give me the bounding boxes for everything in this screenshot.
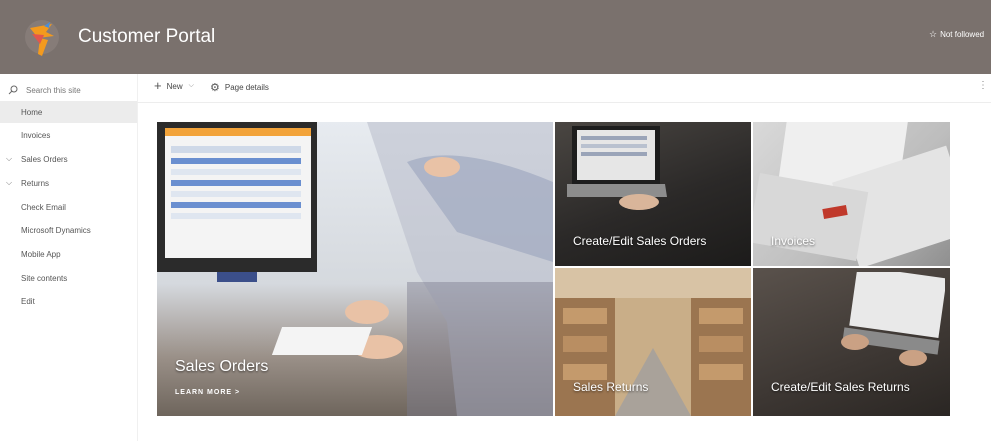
learn-more-link[interactable]: LEARN MORE > — [175, 389, 240, 396]
nav-item-label: Mobile App — [21, 249, 61, 259]
nav-item-invoices[interactable]: Invoices — [0, 124, 137, 146]
follow-button[interactable]: ☆ Not followed — [929, 29, 984, 40]
site-title[interactable]: Customer Portal — [78, 26, 215, 48]
follow-label: Not followed — [940, 30, 985, 39]
chevron-down-icon[interactable]: ⌵ — [6, 154, 12, 164]
new-button[interactable]: + New ⌵ — [154, 78, 194, 93]
hero-tile-invoices[interactable]: Invoices — [753, 122, 950, 266]
chevron-down-icon[interactable]: ⌵ — [6, 178, 12, 188]
nav-item-check-email[interactable]: Check Email — [0, 196, 137, 218]
plus-icon: + — [154, 78, 162, 93]
nav-item-returns[interactable]: ⌵ Returns — [0, 172, 137, 194]
star-icon: ☆ — [929, 29, 938, 39]
customer-portal-logo[interactable] — [22, 14, 62, 60]
nav-item-label: Site contents — [21, 273, 68, 283]
gear-icon: ⚙ — [210, 82, 220, 94]
ellipsis-icon[interactable]: ⋮ — [978, 80, 988, 91]
hero-tile-create-edit-sales-returns[interactable]: Create/Edit Sales Returns — [753, 268, 950, 416]
hero-tile-title: Create/Edit Sales Orders — [573, 234, 707, 248]
hero-tile-sales-orders[interactable]: Sales Orders LEARN MORE > — [157, 122, 553, 416]
page-details-button[interactable]: ⚙ Page details — [210, 81, 269, 94]
hero-tile-title: Sales Orders — [175, 358, 269, 375]
hero-tile-title: Sales Returns — [573, 380, 649, 394]
site-header: Customer Portal ☆ Not followed — [0, 0, 991, 74]
person-image — [307, 122, 553, 416]
laptop-image — [833, 268, 947, 382]
nav-item-mobile-app[interactable]: Mobile App — [0, 243, 137, 265]
laptop-image — [567, 122, 667, 222]
command-bar: + New ⌵ ⚙ Page details ⋮ — [137, 74, 991, 103]
nav-item-edit[interactable]: Edit — [0, 290, 137, 312]
search-box[interactable]: Search this site — [8, 80, 133, 100]
nav-item-microsoft-dynamics[interactable]: Microsoft Dynamics — [0, 219, 137, 241]
nav-item-label: Invoices — [21, 130, 51, 140]
left-navigation: Search this site Home Invoices ⌵ Sales Or… — [0, 74, 138, 441]
search-input[interactable]: Search this site — [26, 86, 81, 95]
chevron-down-icon: ⌵ — [188, 82, 194, 89]
nav-item-site-contents[interactable]: Site contents — [0, 267, 137, 289]
nav-item-label: Home — [21, 107, 43, 117]
nav-item-home[interactable]: Home — [0, 101, 137, 123]
nav-item-sales-orders[interactable]: ⌵ Sales Orders — [0, 148, 137, 170]
keyboard-image — [271, 327, 373, 355]
search-icon — [8, 85, 18, 95]
monitor-image — [157, 122, 319, 282]
nav-item-label: Edit — [21, 296, 35, 306]
page-details-label: Page details — [224, 83, 269, 92]
hero-tile-title: Create/Edit Sales Returns — [771, 380, 910, 394]
nav-item-label: Returns — [21, 178, 50, 188]
nav-item-label: Microsoft Dynamics — [21, 225, 91, 235]
nav-item-label: Check Email — [21, 202, 66, 212]
nav-item-label: Sales Orders — [21, 154, 68, 164]
hero-tile-create-edit-sales-orders[interactable]: Create/Edit Sales Orders — [555, 122, 751, 266]
hero-tile-sales-returns[interactable]: Sales Returns — [555, 268, 751, 416]
hero-tile-title: Invoices — [771, 234, 816, 248]
new-label: New — [166, 81, 183, 91]
